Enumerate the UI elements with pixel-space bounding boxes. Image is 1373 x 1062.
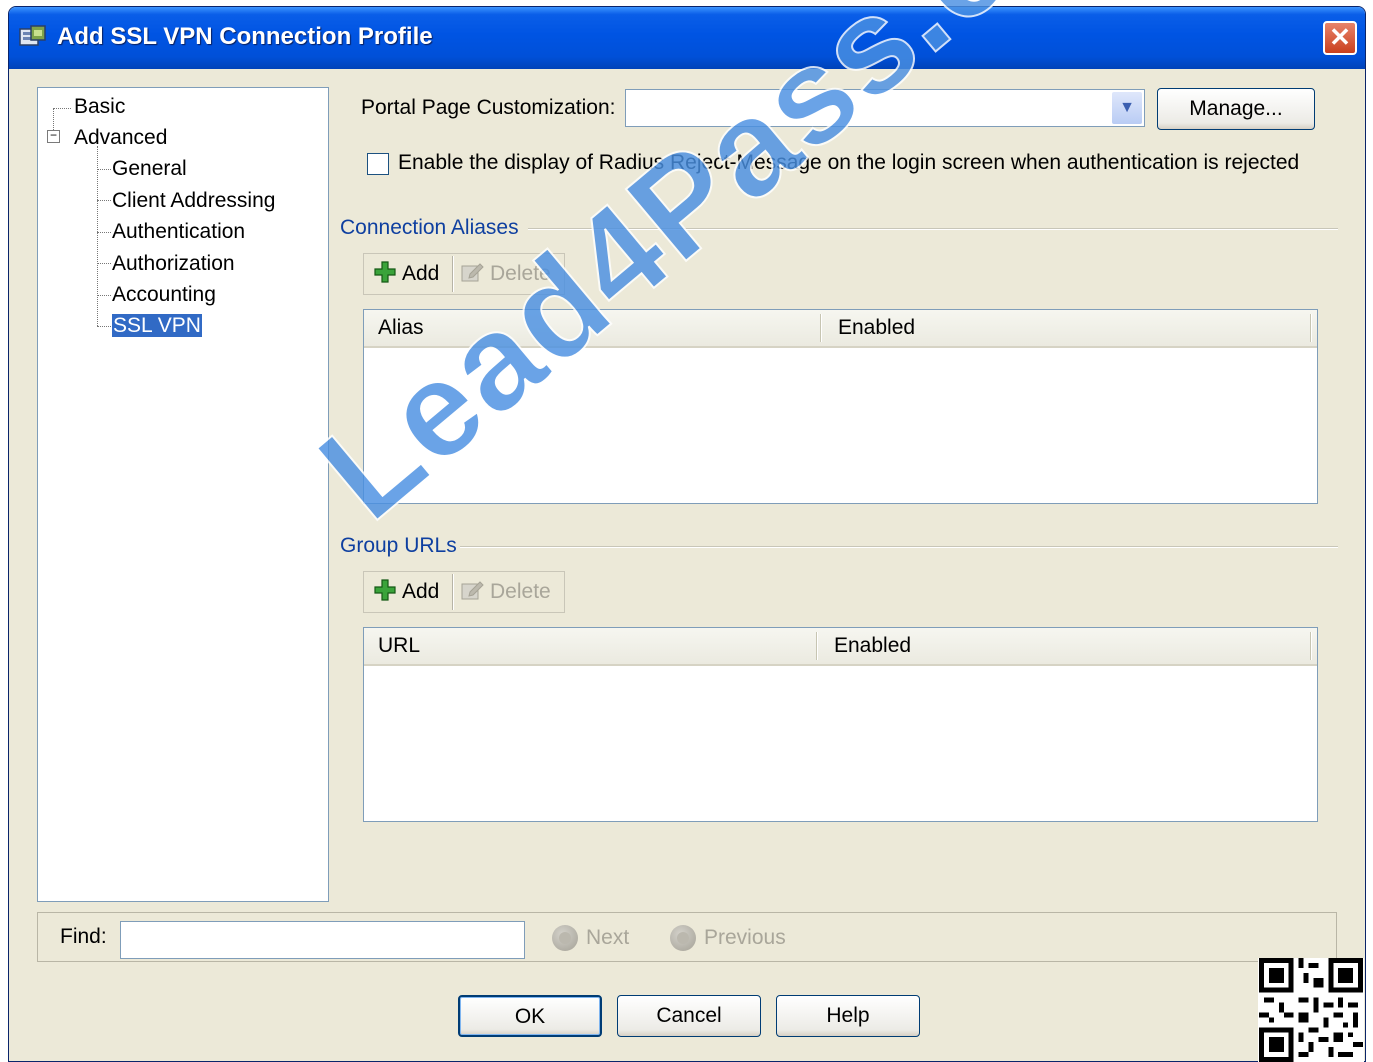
find-next-button[interactable]: Next	[552, 923, 629, 953]
group-urls-toolbar: Add Delete	[363, 571, 565, 613]
tree-connector	[97, 146, 98, 326]
close-button[interactable]: ✕	[1323, 21, 1357, 55]
add-icon	[374, 261, 396, 283]
tree-item-label: SSL VPN	[112, 314, 202, 337]
find-bar: Find: Next Previous	[37, 912, 1337, 962]
group-urls-add-label: Add	[402, 580, 440, 603]
aliases-add-label: Add	[402, 262, 440, 285]
tree-connector	[97, 169, 111, 170]
qr-code-icon	[1258, 958, 1364, 1062]
navigation-tree[interactable]: Basic − Advanced General Client Addressi…	[37, 87, 329, 902]
group-urls-delete-button[interactable]: Delete	[460, 572, 551, 612]
find-previous-button[interactable]: Previous	[670, 923, 786, 953]
tree-item-client-addressing[interactable]: Client Addressing	[112, 188, 275, 214]
tree-connector	[97, 232, 111, 233]
tree-item-advanced[interactable]: Advanced	[74, 125, 167, 151]
column-separator	[1310, 632, 1312, 660]
close-icon: ✕	[1329, 22, 1351, 52]
connection-aliases-title: Connection Aliases	[340, 216, 519, 239]
tree-item-label: Advanced	[74, 126, 168, 149]
toolbar-separator	[452, 574, 454, 610]
column-separator	[816, 632, 818, 660]
find-input[interactable]	[120, 921, 525, 959]
section-divider	[460, 546, 1338, 548]
group-urls-add-button[interactable]: Add	[374, 572, 439, 612]
tree-item-label: General	[112, 157, 187, 180]
aliases-add-button[interactable]: Add	[374, 254, 439, 294]
column-header-enabled[interactable]: Enabled	[824, 310, 1314, 346]
chevron-down-icon[interactable]: ▼	[1112, 92, 1142, 124]
collapse-icon[interactable]: −	[47, 129, 60, 143]
tree-connector	[97, 326, 111, 327]
column-header-enabled[interactable]: Enabled	[820, 628, 1310, 664]
portal-customization-label: Portal Page Customization:	[361, 96, 616, 119]
tree-item-basic[interactable]: Basic	[74, 94, 125, 120]
tree-item-label: Authorization	[112, 252, 235, 275]
tree-item-label: Basic	[74, 95, 126, 118]
next-icon	[552, 925, 578, 952]
column-separator	[1310, 314, 1312, 342]
tree-item-label: Accounting	[112, 283, 216, 306]
tree-connector	[97, 200, 111, 201]
tree-item-general[interactable]: General	[112, 156, 187, 182]
column-separator	[820, 314, 822, 342]
tree-connector	[97, 295, 111, 296]
previous-icon	[670, 925, 696, 952]
add-icon	[374, 579, 396, 601]
help-button[interactable]: Help	[776, 995, 920, 1037]
tree-connector	[53, 108, 71, 109]
group-urls-delete-label: Delete	[490, 580, 551, 603]
column-header-url[interactable]: URL	[364, 628, 816, 664]
manage-button[interactable]: Manage...	[1157, 88, 1315, 130]
app-icon	[19, 25, 46, 46]
tree-item-label: Client Addressing	[112, 189, 276, 212]
cancel-button[interactable]: Cancel	[617, 995, 761, 1037]
toolbar-separator	[452, 256, 454, 292]
title-bar[interactable]: Add SSL VPN Connection Profile ✕	[9, 7, 1365, 69]
edit-delete-icon	[461, 581, 484, 600]
radius-reject-checkbox[interactable]	[367, 153, 389, 175]
tree-item-ssl-vpn[interactable]: SSL VPN	[112, 313, 202, 339]
find-label: Find:	[60, 925, 107, 948]
group-urls-table[interactable]: URL Enabled	[363, 627, 1318, 822]
find-previous-label: Previous	[704, 926, 786, 949]
find-next-label: Next	[586, 926, 630, 949]
group-urls-table-header: URL Enabled	[364, 628, 1317, 666]
tree-item-authorization[interactable]: Authorization	[112, 251, 235, 277]
tree-item-accounting[interactable]: Accounting	[112, 282, 216, 308]
tree-connector	[97, 263, 111, 264]
tree-item-label: Authentication	[112, 220, 246, 243]
ok-button[interactable]: OK	[458, 995, 602, 1037]
window-title: Add SSL VPN Connection Profile	[57, 23, 433, 50]
tree-item-authentication[interactable]: Authentication	[112, 219, 245, 245]
